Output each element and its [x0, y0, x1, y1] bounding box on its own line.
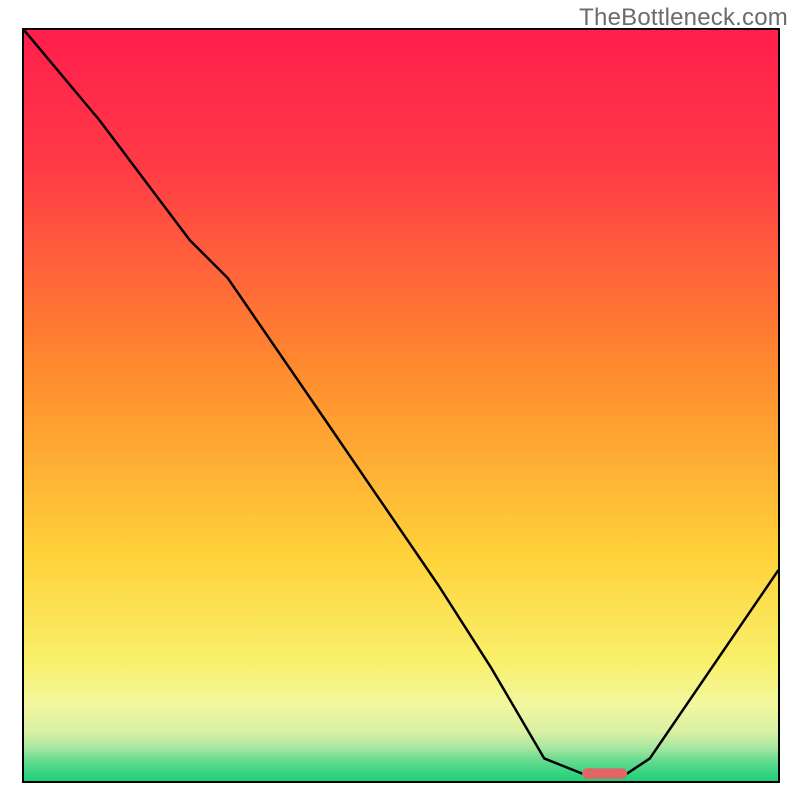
optimal-marker	[582, 768, 627, 779]
plot-area	[22, 28, 780, 783]
watermark-text: TheBottleneck.com	[579, 4, 788, 32]
bottleneck-curve-path	[24, 30, 778, 773]
curve-layer	[24, 30, 778, 781]
bottleneck-chart: TheBottleneck.com	[0, 0, 800, 800]
